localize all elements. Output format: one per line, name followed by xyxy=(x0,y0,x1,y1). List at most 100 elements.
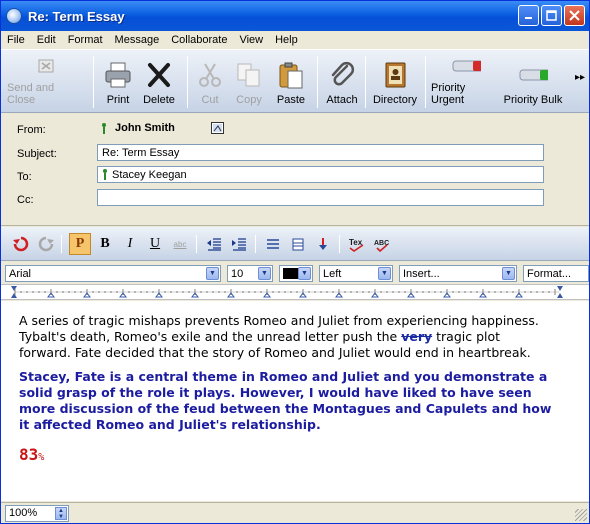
bold-button[interactable]: B xyxy=(94,233,116,255)
arrow-down-icon xyxy=(319,238,327,250)
attach-button[interactable]: Attach xyxy=(323,54,361,110)
resize-grip-icon[interactable] xyxy=(575,509,587,521)
printer-icon xyxy=(103,60,133,90)
grade: 83% xyxy=(19,445,45,464)
address-book-icon xyxy=(380,60,410,90)
redo-icon xyxy=(38,236,54,252)
window-title: Re: Term Essay xyxy=(28,8,125,24)
horizontal-line-icon xyxy=(267,239,279,249)
insert-link-button[interactable] xyxy=(312,233,334,255)
clipboard-icon xyxy=(276,60,306,90)
message-body-editor[interactable]: A series of tragic mishaps prevents Rome… xyxy=(1,301,589,501)
maximize-button[interactable] xyxy=(541,5,562,26)
paperclip-icon xyxy=(327,60,357,90)
title-bar[interactable]: Re: Term Essay xyxy=(1,1,589,31)
cc-label: Cc: xyxy=(17,194,34,206)
ruler[interactable] xyxy=(1,284,589,300)
priority-bulk-button[interactable]: Priority Bulk xyxy=(503,54,563,110)
status-bar: 100% ▲ ▼ xyxy=(1,502,589,523)
close-button[interactable] xyxy=(564,5,585,26)
outdent-icon xyxy=(207,238,221,251)
copy-button[interactable]: Copy xyxy=(233,54,265,110)
from-field: John Smith xyxy=(101,122,175,134)
email-window: Re: Term Essay File Edit Format Message … xyxy=(0,0,590,524)
decrease-indent-button[interactable] xyxy=(203,233,225,255)
maximize-icon xyxy=(546,10,557,21)
subject-label: Subject: xyxy=(17,148,57,160)
minimize-icon xyxy=(525,17,532,19)
spellcheck-icon: Tex xyxy=(349,238,364,252)
app-icon xyxy=(6,8,22,24)
font-color-select[interactable]: ▼ xyxy=(279,265,313,282)
font-color-swatch xyxy=(283,268,299,279)
font-family-select[interactable]: Arial ▼ xyxy=(5,265,221,282)
zoom-spinner[interactable]: 100% ▲ ▼ xyxy=(5,505,69,522)
format-selects-row: Arial ▼ 10 ▼ ▼ Left ▼ Insert... ▼ Format… xyxy=(1,262,589,284)
copy-icon xyxy=(234,60,264,90)
paragraph-style-button[interactable]: P xyxy=(69,233,91,255)
menu-view[interactable]: View xyxy=(233,34,269,46)
chevron-down-icon: ▼ xyxy=(298,267,311,280)
main-toolbar: Send and Close Print Delete Cut Copy Pas… xyxy=(1,49,589,113)
from-value: John Smith xyxy=(115,122,175,134)
contact-icon xyxy=(101,122,107,134)
underline-button[interactable]: U xyxy=(144,233,166,255)
menu-format[interactable]: Format xyxy=(62,34,109,46)
to-label: To: xyxy=(17,171,32,183)
to-input[interactable]: Stacey Keegan xyxy=(97,166,544,183)
teacher-comment: Stacey, Fate is a central theme in Romeo… xyxy=(19,369,552,432)
menu-bar: File Edit Format Message Collaborate Vie… xyxy=(1,31,589,49)
table-icon xyxy=(292,238,304,251)
print-button[interactable]: Print xyxy=(101,54,135,110)
font-size-select[interactable]: 10 ▼ xyxy=(227,265,273,282)
increase-indent-button[interactable] xyxy=(228,233,250,255)
format-select[interactable]: Format... xyxy=(523,265,589,282)
chevron-down-icon: ▼ xyxy=(378,267,391,280)
priority-bulk-icon xyxy=(518,60,548,90)
priority-urgent-icon xyxy=(451,54,481,78)
struck-word: very xyxy=(401,329,433,344)
menu-file[interactable]: File xyxy=(1,34,31,46)
menu-message[interactable]: Message xyxy=(109,34,166,46)
cc-input[interactable] xyxy=(97,189,544,206)
abc-format-button[interactable]: abc xyxy=(169,233,191,255)
essay-paragraph: A series of tragic mishaps prevents Rome… xyxy=(19,313,539,360)
menu-collaborate[interactable]: Collaborate xyxy=(165,34,233,46)
insert-select[interactable]: Insert... ▼ xyxy=(399,265,517,282)
alignment-select[interactable]: Left ▼ xyxy=(319,265,393,282)
cut-button[interactable]: Cut xyxy=(195,54,225,110)
delete-x-icon xyxy=(144,60,174,90)
redo-button[interactable] xyxy=(35,233,57,255)
paste-button[interactable]: Paste xyxy=(273,54,309,110)
minimize-button[interactable] xyxy=(518,5,539,26)
subject-input[interactable]: Re: Term Essay xyxy=(97,144,544,161)
spellcheck-button[interactable]: Tex xyxy=(346,233,368,255)
contact-card-icon[interactable] xyxy=(211,122,224,134)
send-and-close-button[interactable]: Send and Close xyxy=(7,54,85,110)
menu-edit[interactable]: Edit xyxy=(31,34,62,46)
ruler-scale xyxy=(11,286,563,298)
menu-help[interactable]: Help xyxy=(269,34,304,46)
italic-button[interactable]: I xyxy=(119,233,141,255)
toolbar-overflow-icon[interactable]: ▸▸ xyxy=(575,72,585,83)
undo-button[interactable] xyxy=(10,233,32,255)
recipient-icon xyxy=(102,169,108,180)
spelling-abc-button[interactable]: ABC xyxy=(371,233,393,255)
send-icon xyxy=(31,54,61,78)
spinner-arrows-icon: ▲ ▼ xyxy=(55,507,67,520)
chevron-down-icon: ▼ xyxy=(206,267,219,280)
abc-check-icon: ABC xyxy=(374,240,389,252)
chevron-down-icon: ▼ xyxy=(502,267,515,280)
chevron-down-icon: ▼ xyxy=(258,267,271,280)
directory-button[interactable]: Directory xyxy=(371,54,419,110)
message-header: From: John Smith Subject: Re: Term Essay… xyxy=(1,114,589,226)
from-label: From: xyxy=(17,124,46,136)
delete-button[interactable]: Delete xyxy=(141,54,177,110)
scissors-icon xyxy=(195,60,225,90)
close-icon xyxy=(569,10,580,21)
priority-urgent-button[interactable]: Priority Urgent xyxy=(431,54,501,110)
horizontal-rule-button[interactable] xyxy=(262,233,284,255)
insert-table-button[interactable] xyxy=(287,233,309,255)
undo-icon xyxy=(13,236,29,252)
formatting-toolbar: P B I U abc Tex ABC xyxy=(1,227,589,261)
